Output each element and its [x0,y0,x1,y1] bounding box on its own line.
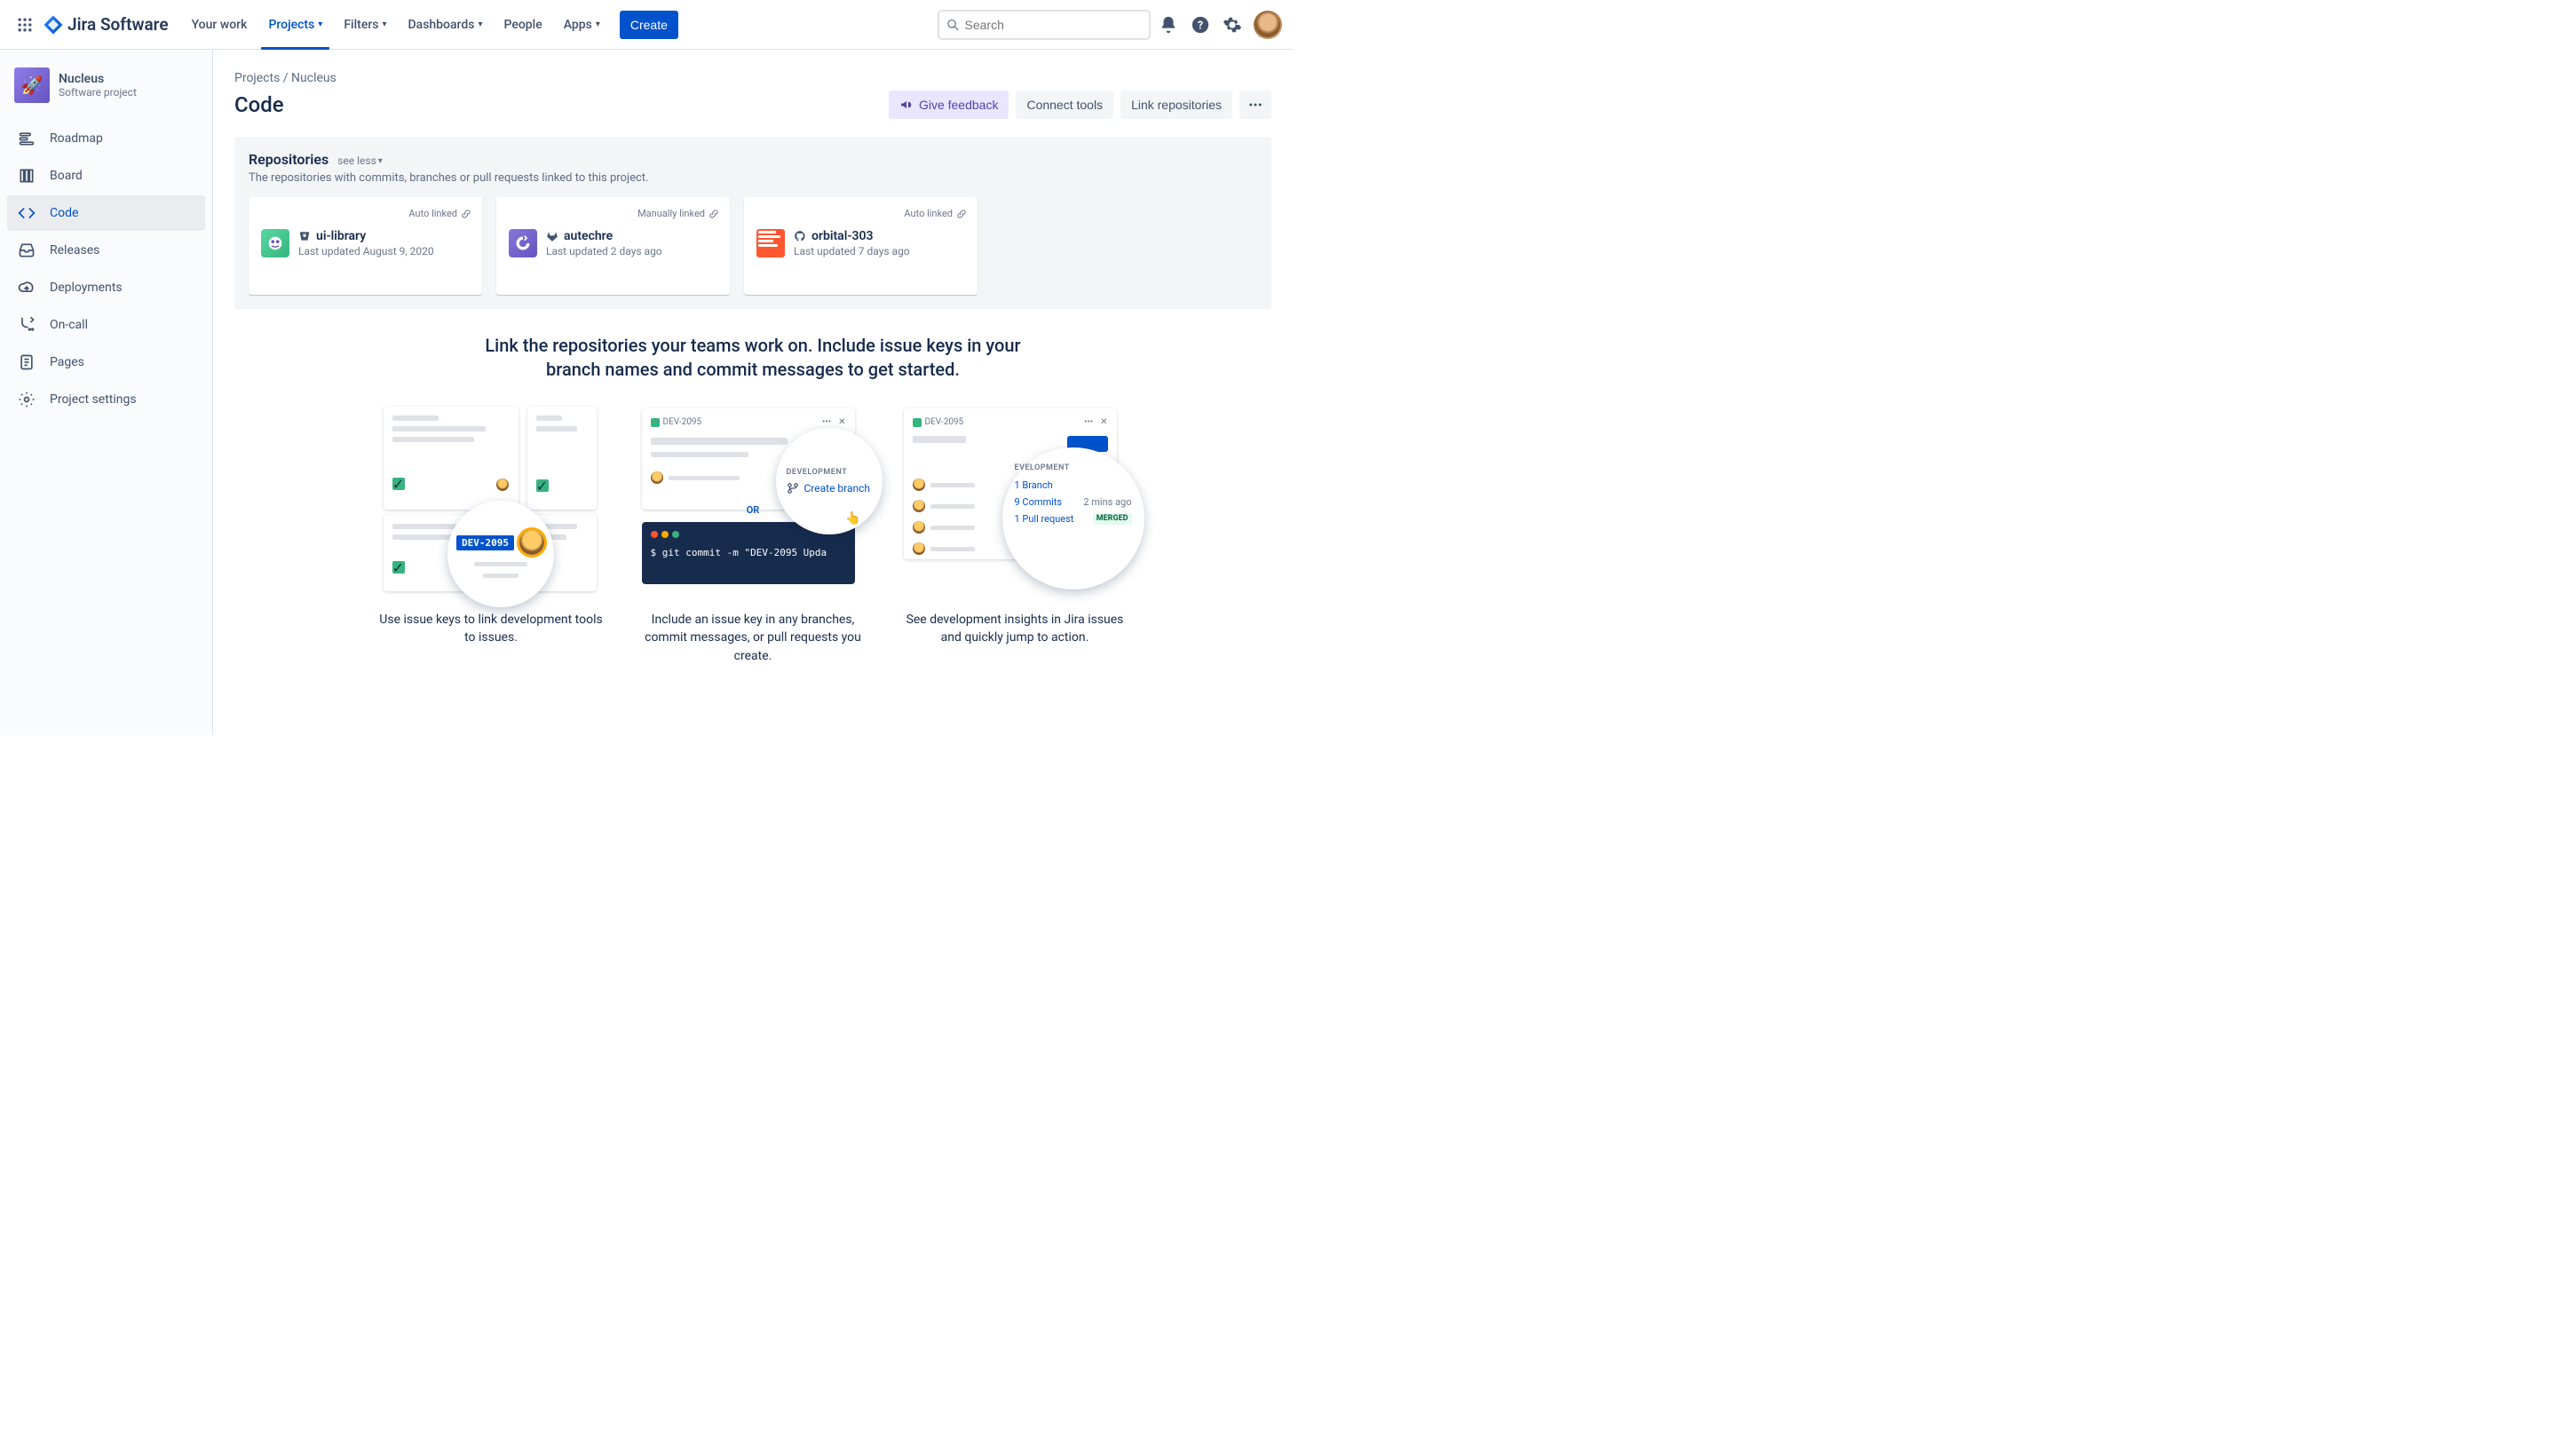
settings-icon[interactable] [1218,11,1247,39]
repositories-panel: Repositories see less ▾ The repositories… [234,137,1271,309]
sidebar-item-releases[interactable]: Releases [7,233,205,268]
nav-item-people[interactable]: People [495,11,551,39]
logo-text: Jira Software [67,14,169,35]
nav-item-your-work[interactable]: Your work [183,11,257,39]
jira-logo[interactable]: Jira Software [43,14,169,36]
sidebar-item-pages[interactable]: Pages [7,344,205,380]
repositories-title: Repositories [249,151,329,168]
connect-tools-button[interactable]: Connect tools [1016,91,1113,119]
project-icon: 🚀 [14,67,50,103]
chevron-down-icon: ▾ [478,20,482,29]
repo-name: orbital-303 [811,229,873,243]
hero-caption-1: Use issue keys to link development tools… [378,611,605,647]
app-switcher-icon[interactable] [11,11,39,39]
branch-icon [787,482,799,495]
sidebar-item-label: Releases [50,243,99,257]
sidebar-item-label: Board [50,169,83,183]
oncall-icon [16,314,37,336]
top-navigation: Jira Software Your workProjects▾Filters▾… [0,0,1293,50]
nav-menu: Your workProjects▾Filters▾Dashboards▾Peo… [183,11,609,39]
create-button[interactable]: Create [620,11,678,39]
sidebar-item-board[interactable]: Board [7,158,205,194]
roadmap-icon [16,128,37,149]
main-content: Projects / Nucleus Code Give feedback Co… [213,50,1293,735]
repo-updated: Last updated 2 days ago [546,245,662,257]
repositories-desc: The repositories with commits, branches … [249,171,1257,185]
chevron-down-icon: ▾ [596,20,600,29]
unlink-icon [956,209,967,219]
link-type-label: Auto linked [408,208,471,219]
sidebar-item-label: Roadmap [50,131,103,146]
magnify-issue-key: DEV-2095 [447,501,554,607]
magnify-dev-insights: EVELOPMENT 1 Branch 9 Commits2 mins ago … [1002,447,1144,590]
deployments-icon [16,277,37,298]
sidebar-item-deployments[interactable]: Deployments [7,270,205,305]
sidebar-item-code[interactable]: Code [7,195,205,231]
breadcrumb[interactable]: Projects / Nucleus [234,71,1271,85]
sidebar-item-roadmap[interactable]: Roadmap [7,121,205,156]
sidebar-item-label: Project settings [50,392,137,407]
code-icon [16,202,37,224]
project-header[interactable]: 🚀 Nucleus Software project [7,67,205,121]
sidebar-item-label: Pages [50,355,84,369]
search-input[interactable] [965,18,1142,32]
pages-icon [16,352,37,373]
settings-icon [16,389,37,410]
nav-item-projects[interactable]: Projects▾ [259,11,331,39]
repo-name: ui-library [316,229,366,243]
repo-updated: Last updated 7 days ago [794,245,910,257]
repo-name: autechre [564,229,613,243]
user-avatar[interactable] [1254,11,1282,39]
more-actions-button[interactable] [1239,91,1271,119]
see-less-toggle[interactable]: see less ▾ [337,154,383,167]
gitlab-icon [546,230,558,242]
hero-card-2: DEV-2095•••✕ OR $ git commit -m "DEV-209… [640,403,867,665]
cursor-icon: 👆 [845,511,860,526]
hero-card-1: ✓ ✓ ✓ DEV-2095 Use issue keys to link de… [378,403,605,665]
repo-updated: Last updated August 9, 2020 [298,245,434,257]
repo-card-orbital-303[interactable]: Auto linked orbital-303 Last updated 7 da… [744,197,978,295]
search-icon [946,18,960,32]
chevron-down-icon: ▾ [318,20,322,29]
unlink-icon [461,209,471,219]
feedback-label: Give feedback [919,98,999,112]
project-name: Nucleus [59,72,137,86]
give-feedback-button[interactable]: Give feedback [889,91,1009,119]
sidebar-item-label: Code [50,206,78,220]
nav-item-apps[interactable]: Apps▾ [555,11,609,39]
link-type-label: Manually linked [637,208,719,219]
svg-text:?: ? [1198,19,1203,32]
nav-item-dashboards[interactable]: Dashboards▾ [400,11,492,39]
board-icon [16,165,37,186]
hero-card-3: DEV-2095•••✕ EVELOPMENT 1 Branch 9 Commi… [902,403,1128,665]
github-icon [794,230,806,242]
releases-icon [16,240,37,261]
chevron-down-icon: ▾ [382,20,386,29]
bitbucket-icon [298,230,311,242]
sidebar-item-project-settings[interactable]: Project settings [7,382,205,417]
sidebar-item-on-call[interactable]: On-call [7,307,205,343]
hero-heading: Link the repositories your teams work on… [469,334,1037,382]
sidebar-item-label: Deployments [50,281,123,295]
project-type: Software project [59,86,137,99]
help-icon[interactable]: ? [1186,11,1215,39]
link-type-label: Auto linked [904,208,967,219]
sidebar-item-label: On-call [50,318,88,332]
page-title: Code [234,92,284,117]
search-box[interactable] [938,10,1151,40]
sidebar: 🚀 Nucleus Software project Roadmap Board C… [0,50,213,735]
repo-card-autechre[interactable]: Manually linked autechre Last updated 2 d… [496,197,730,295]
hero-caption-2: Include an issue key in any branches, co… [640,611,867,665]
link-repositories-button[interactable]: Link repositories [1120,91,1232,119]
magnify-create-branch: DEVELOPMENT Create branch 👆 [776,428,883,534]
more-icon [1247,97,1263,113]
repo-card-ui-library[interactable]: Auto linked ui-library Last updated Augus… [249,197,482,295]
hero-caption-3: See development insights in Jira issues … [902,611,1128,647]
notifications-icon[interactable] [1154,11,1183,39]
nav-item-filters[interactable]: Filters▾ [335,11,395,39]
unlink-icon [709,209,719,219]
megaphone-icon [899,98,914,112]
